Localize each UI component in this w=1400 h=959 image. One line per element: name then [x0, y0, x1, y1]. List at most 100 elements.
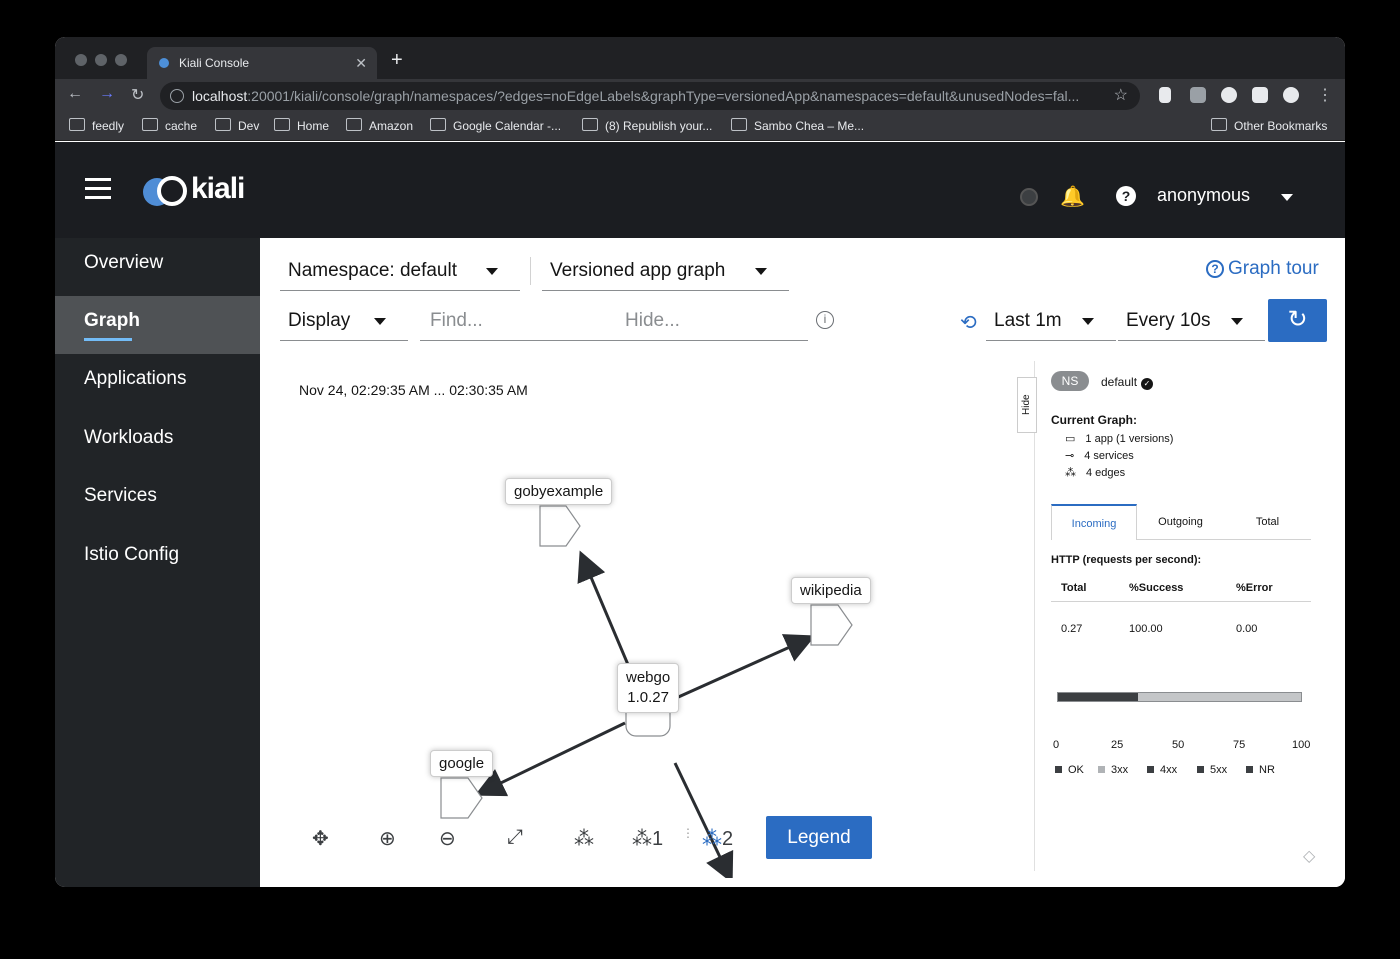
service-node-wikipedia[interactable]: [810, 604, 853, 646]
layout-2-label: 2: [722, 828, 734, 850]
browser-window: Kiali Console ✕ + ← → ↻ localhost:20001/…: [55, 37, 1345, 887]
minimize-window-button[interactable]: [95, 54, 107, 66]
zoom-in-icon[interactable]: ⊕: [379, 826, 396, 851]
edges-count-row: ⁂ 4 edges: [1065, 466, 1125, 479]
response-code-bar[interactable]: [1057, 692, 1302, 702]
tab-bar: Kiali Console ✕ +: [55, 37, 1345, 79]
webgo-name: webgo: [626, 669, 671, 686]
legend-4xx: 4xx: [1147, 764, 1177, 776]
new-tab-button[interactable]: +: [391, 49, 403, 72]
display-dropdown[interactable]: Display: [280, 303, 408, 341]
hamburger-menu-icon[interactable]: [85, 178, 111, 205]
edge-webgo-external[interactable]: [673, 762, 734, 878]
value-total: 0.27: [1061, 623, 1083, 635]
sidebar-item-istio-config[interactable]: Istio Config: [55, 530, 260, 588]
layout-default-icon[interactable]: ⁂: [574, 826, 594, 851]
sidebar-item-applications[interactable]: Applications: [55, 354, 260, 412]
browser-tab[interactable]: Kiali Console ✕: [147, 47, 377, 79]
kiali-masthead: kiali 🔔 ? anonymous: [55, 142, 1345, 238]
url-input[interactable]: localhost:20001/kiali/console/graph/name…: [160, 82, 1140, 110]
layout-2-button[interactable]: ⁂2: [702, 826, 733, 851]
node-label-gobyexample: gobyexample: [505, 478, 613, 505]
forward-arrow-icon[interactable]: →: [99, 85, 115, 103]
service-node-gobyexample[interactable]: [539, 505, 581, 547]
back-arrow-icon[interactable]: ←: [67, 85, 83, 103]
service-node-google[interactable]: [440, 777, 483, 819]
close-tab-icon[interactable]: ✕: [355, 47, 367, 79]
webgo-version: 1.0.27: [627, 689, 669, 706]
bookmark-amazon[interactable]: Amazon: [346, 118, 413, 133]
user-menu[interactable]: anonymous: [1157, 185, 1250, 206]
find-input[interactable]: Find...: [420, 303, 615, 341]
bookmark-star-icon[interactable]: ☆: [1114, 82, 1128, 110]
graph-type-dropdown[interactable]: Versioned app graph: [542, 253, 789, 291]
refresh-interval-dropdown[interactable]: Every 10s: [1118, 303, 1265, 341]
sidebar-item-overview[interactable]: Overview: [55, 238, 260, 296]
app-icon: ▭: [1065, 433, 1076, 445]
profile-avatar[interactable]: [1283, 87, 1299, 103]
namespace-name-text: default: [1101, 375, 1138, 389]
zoom-out-icon[interactable]: ⊖: [439, 826, 456, 851]
bookmark-google-calendar[interactable]: Google Calendar -...: [430, 118, 561, 133]
extension-translate-icon[interactable]: [1190, 87, 1206, 103]
axis-tick-0: 0: [1053, 739, 1060, 751]
display-label: Display: [288, 310, 351, 331]
bookmark-republish[interactable]: (8) Republish your...: [582, 118, 712, 133]
find-hide-info-icon[interactable]: i: [816, 311, 834, 329]
chevron-down-icon: [755, 268, 767, 275]
edge-webgo-wikipedia[interactable]: [664, 634, 816, 705]
legend-button[interactable]: Legend: [766, 816, 872, 859]
zoom-window-button[interactable]: [115, 54, 127, 66]
namespace-badge: NS: [1051, 371, 1089, 391]
bookmark-sambo-chea[interactable]: Sambo Chea – Me...: [731, 118, 864, 133]
apps-count: 1 app (1 versions): [1085, 433, 1174, 445]
sidebar-item-services[interactable]: Services: [55, 471, 260, 529]
bookmark-home[interactable]: Home: [274, 118, 329, 133]
pan-icon[interactable]: ✥: [312, 826, 329, 851]
user-menu-caret-icon[interactable]: [1281, 194, 1293, 201]
close-window-button[interactable]: [75, 54, 87, 66]
extension-s-icon[interactable]: [1221, 87, 1237, 103]
tab-total[interactable]: Total: [1224, 504, 1311, 540]
logo-text: kiali: [191, 172, 245, 205]
namespace-dropdown[interactable]: Namespace: default: [280, 253, 520, 291]
traffic-tabs: Incoming Outgoing Total: [1051, 504, 1311, 540]
legend-5xx: 5xx: [1197, 764, 1227, 776]
graph-canvas[interactable]: ⚷: [260, 358, 1020, 878]
hide-panel-tab[interactable]: Hide: [1017, 377, 1037, 433]
duration-dropdown[interactable]: Last 1m: [986, 303, 1116, 341]
sidebar-item-workloads[interactable]: Workloads: [55, 413, 260, 471]
reload-icon[interactable]: ↻: [131, 85, 144, 105]
bookmark-dev[interactable]: Dev: [215, 118, 259, 133]
resize-handle-icon[interactable]: ◇: [1303, 846, 1315, 866]
refresh-button[interactable]: ↻: [1268, 299, 1327, 342]
extension-hand-icon[interactable]: [1159, 87, 1171, 103]
site-info-icon[interactable]: [170, 89, 184, 103]
fit-to-screen-icon[interactable]: ⤢: [507, 826, 523, 849]
bookmark-feedly[interactable]: feedly: [69, 118, 124, 133]
status-indicator-icon[interactable]: [1020, 188, 1038, 206]
tab-outgoing[interactable]: Outgoing: [1137, 504, 1224, 540]
graph-tour-link[interactable]: ? Graph tour: [1206, 258, 1319, 280]
tab-incoming[interactable]: Incoming: [1051, 504, 1137, 540]
bookmark-cache[interactable]: cache: [142, 118, 197, 133]
column-error: %Error: [1236, 582, 1273, 594]
extensions-puzzle-icon[interactable]: [1252, 87, 1268, 103]
refresh-interval-label: Every 10s: [1126, 310, 1211, 331]
layout-1-button[interactable]: ⁂1: [632, 826, 663, 851]
node-label-webgo: webgo 1.0.27: [617, 663, 680, 713]
graph-tour-label: Graph tour: [1228, 258, 1319, 279]
hide-input[interactable]: Hide...: [615, 303, 808, 341]
browser-menu-icon[interactable]: ⋮: [1317, 85, 1333, 105]
namespace-name[interactable]: default ✓: [1101, 375, 1154, 390]
kiali-favicon-icon: [159, 58, 169, 68]
help-icon[interactable]: ?: [1116, 186, 1136, 206]
edge-webgo-google[interactable]: [474, 721, 626, 797]
sidebar-item-graph[interactable]: Graph: [55, 296, 260, 354]
services-count-row: ⊸ 4 services: [1065, 449, 1134, 462]
layout-1-label: 1: [652, 828, 664, 850]
notifications-bell-icon[interactable]: 🔔: [1060, 184, 1085, 209]
sidebar-nav: Overview Graph Applications Workloads Se…: [55, 238, 260, 887]
other-bookmarks[interactable]: Other Bookmarks: [1211, 118, 1327, 133]
value-error: 0.00: [1236, 623, 1258, 635]
